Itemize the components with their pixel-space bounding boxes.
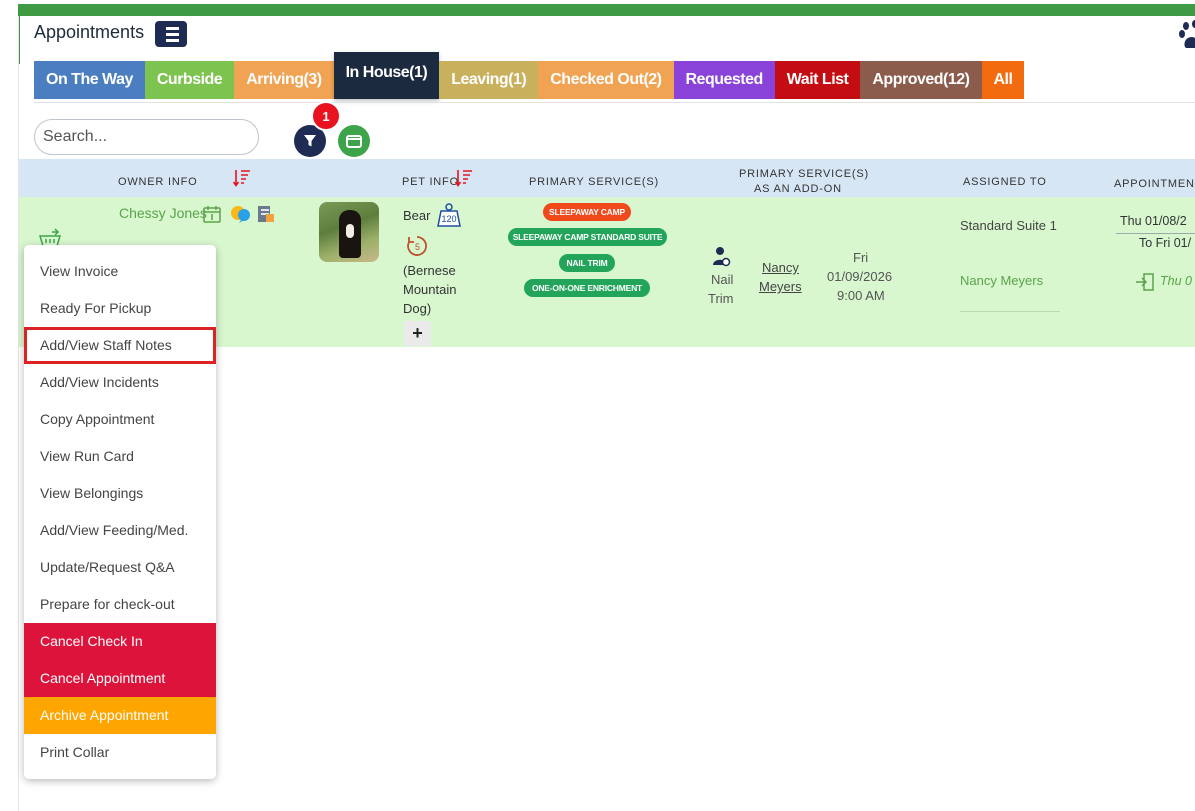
menu-item-cancel-appointment[interactable]: Cancel Appointment xyxy=(24,660,216,697)
pet-breed-line3: Dog) xyxy=(403,301,432,316)
assigned-staff[interactable]: Nancy Meyers xyxy=(960,273,1043,288)
appointment-start: Thu 01/08/2 xyxy=(1120,214,1187,228)
pet-photo[interactable] xyxy=(319,202,379,262)
menu-item-ready-for-pickup[interactable]: Ready For Pickup xyxy=(24,290,216,327)
tab-in-house[interactable]: In House(1) xyxy=(333,52,440,99)
addon-day: Fri xyxy=(853,250,869,265)
paw-icon xyxy=(1179,20,1195,48)
addon-date: 01/09/2026 xyxy=(827,269,893,284)
header-addon-line2: AS AN ADD-ON xyxy=(754,183,842,195)
addon-staff-line1[interactable]: Nancy xyxy=(762,258,799,277)
pet-breed-line2: Mountain xyxy=(403,282,457,297)
menu-item-prepare-for-check-out[interactable]: Prepare for check-out xyxy=(24,586,216,623)
service-pill: SLEEPAWAY CAMP STANDARD SUITE xyxy=(508,228,667,246)
header-addon-line1: PRIMARY SERVICE(S) xyxy=(739,168,869,180)
search-input[interactable] xyxy=(34,119,259,155)
status-tabs: On The Way Curbside Arriving(3) In House(1)… xyxy=(34,52,1025,99)
addon-service-line2: Trim xyxy=(708,291,734,306)
assigned-suite: Standard Suite 1 xyxy=(960,218,1057,233)
menu-item-view-belongings[interactable]: View Belongings xyxy=(24,475,216,512)
staff-icon xyxy=(713,247,731,267)
age-icon: 5 xyxy=(407,236,427,256)
tab-arriving[interactable]: Arriving(3) xyxy=(234,61,334,99)
pet-breed-line1: (Bernese xyxy=(403,263,456,278)
pet-age: 5 xyxy=(415,242,420,252)
list-icon xyxy=(162,26,179,42)
sort-icon[interactable] xyxy=(233,168,251,188)
appointment-divider xyxy=(1116,233,1195,234)
filter-count-badge: 1 xyxy=(311,101,341,131)
folder-icon xyxy=(346,135,362,148)
tabs-divider xyxy=(34,102,1195,103)
appointment-checkin: Thu 0 xyxy=(1160,274,1192,288)
service-pill: NAIL TRIM xyxy=(559,254,615,272)
tab-curbside[interactable]: Curbside xyxy=(144,61,235,99)
tab-checked-out[interactable]: Checked Out(2) xyxy=(538,61,674,99)
content-border xyxy=(18,16,19,811)
checkin-icon xyxy=(1136,273,1154,291)
addon-time: 9:00 AM xyxy=(837,288,885,303)
addon-staff-line2[interactable]: Meyers xyxy=(759,277,802,296)
header-owner-info[interactable]: OWNER INFO xyxy=(118,175,198,189)
header-appointment: APPOINTMENT xyxy=(1114,178,1195,190)
add-pet-button[interactable]: + xyxy=(404,321,431,346)
appointments-page: Appointments On The Way Curbside Arriving(… xyxy=(0,0,1195,811)
header-pet-info[interactable]: PET INFO xyxy=(402,175,459,189)
service-pill: SLEEPAWAY CAMP xyxy=(543,203,631,221)
chat-icon[interactable] xyxy=(230,204,252,224)
menu-item-copy-appointment[interactable]: Copy Appointment xyxy=(24,401,216,438)
page-title: Appointments xyxy=(34,22,145,42)
header-primary-services: PRIMARY SERVICE(S) xyxy=(529,176,659,188)
folder-button[interactable] xyxy=(338,125,370,157)
list-menu-button[interactable] xyxy=(155,21,187,47)
tab-requested[interactable]: Requested xyxy=(673,61,775,99)
tab-approved[interactable]: Approved(12) xyxy=(860,61,982,99)
menu-item-view-run-card[interactable]: View Run Card xyxy=(24,438,216,475)
menu-item-add-view-feeding-med[interactable]: Add/View Feeding/Med. xyxy=(24,512,216,549)
tab-on-the-way[interactable]: On The Way xyxy=(34,61,145,99)
calendar-icon[interactable] xyxy=(202,204,222,224)
context-menu: View Invoice Ready For Pickup Add/View Sta… xyxy=(24,245,216,779)
owner-name-link[interactable]: Chessy Jones xyxy=(119,205,207,221)
menu-item-cancel-check-in[interactable]: Cancel Check In xyxy=(24,623,216,660)
assigned-divider xyxy=(960,311,1060,312)
menu-item-view-invoice[interactable]: View Invoice xyxy=(24,253,216,290)
document-icon[interactable] xyxy=(256,204,276,224)
tab-all[interactable]: All xyxy=(981,61,1025,99)
menu-item-add-view-incidents[interactable]: Add/View Incidents xyxy=(24,364,216,401)
pet-name[interactable]: Bear xyxy=(403,206,430,225)
sort-icon[interactable] xyxy=(455,168,473,188)
filter-icon xyxy=(304,135,316,147)
weight-icon: 120 xyxy=(437,203,461,227)
tab-wait-list[interactable]: Wait List xyxy=(774,61,861,99)
top-accent-bar xyxy=(18,4,1195,16)
header-assigned-to: ASSIGNED TO xyxy=(963,176,1047,188)
appointment-end: To Fri 01/ xyxy=(1139,236,1192,250)
menu-item-print-collar[interactable]: Print Collar xyxy=(24,734,216,771)
menu-item-add-view-staff-notes[interactable]: Add/View Staff Notes xyxy=(24,327,216,364)
menu-item-archive-appointment[interactable]: Archive Appointment xyxy=(24,697,216,734)
tab-leaving[interactable]: Leaving(1) xyxy=(439,61,539,99)
pet-weight: 120 xyxy=(441,214,456,224)
service-pill: ONE-ON-ONE ENRICHMENT xyxy=(524,279,650,297)
menu-item-update-request-q-a[interactable]: Update/Request Q&A xyxy=(24,549,216,586)
addon-service-line1: Nail xyxy=(711,272,734,287)
